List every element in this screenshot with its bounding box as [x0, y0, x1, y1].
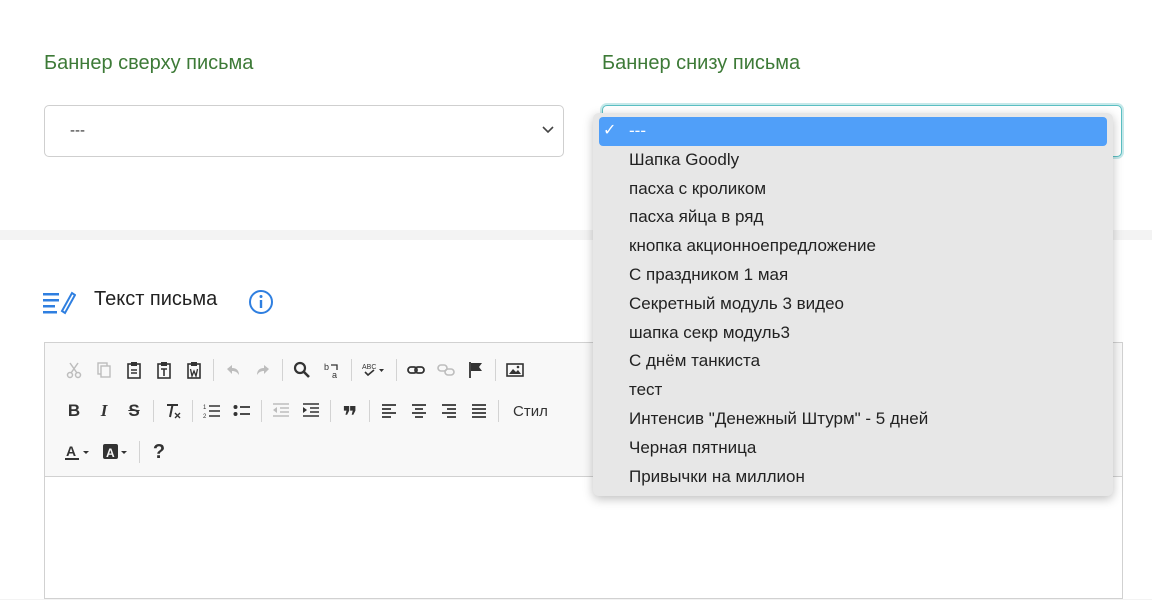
dropdown-option[interactable]: пасха яйца в ряд: [599, 203, 1107, 232]
link-icon[interactable]: [401, 356, 431, 384]
align-justify-icon[interactable]: [464, 397, 494, 425]
edit-list-icon: [43, 291, 76, 315]
copy-icon[interactable]: [89, 356, 119, 384]
toolbar-separator: [498, 400, 499, 422]
dropdown-option[interactable]: Черная пятница: [599, 434, 1107, 463]
toolbar-separator: [213, 359, 214, 381]
unlink-icon[interactable]: [431, 356, 461, 384]
toolbar-separator: [396, 359, 397, 381]
svg-text:A: A: [66, 443, 76, 459]
dropdown-option[interactable]: тест: [599, 376, 1107, 405]
paste-text-icon[interactable]: [149, 356, 179, 384]
strikethrough-button[interactable]: S: [119, 397, 149, 425]
toolbar-separator: [192, 400, 193, 422]
align-left-icon[interactable]: [374, 397, 404, 425]
svg-text:1: 1: [203, 405, 207, 411]
toolbar-separator: [153, 400, 154, 422]
svg-text:2: 2: [203, 414, 207, 420]
dropdown-option[interactable]: кнопка акционноепредложение: [599, 232, 1107, 261]
undo-icon[interactable]: [218, 356, 248, 384]
paste-icon[interactable]: [119, 356, 149, 384]
help-button[interactable]: ?: [144, 438, 174, 466]
italic-button[interactable]: I: [89, 397, 119, 425]
toolbar-row-3: A A ?: [59, 435, 174, 469]
toolbar-separator: [261, 400, 262, 422]
toolbar-separator: [139, 441, 140, 463]
remove-format-icon[interactable]: [158, 397, 188, 425]
chevron-down-icon: [542, 126, 554, 134]
outdent-icon[interactable]: [266, 397, 296, 425]
dropdown-option[interactable]: Интенсив "Денежный Штурм" - 5 дней: [599, 405, 1107, 434]
info-icon[interactable]: [248, 289, 274, 315]
toolbar-row-2: B I S 12 ❞ Стил: [59, 394, 548, 431]
background-color-icon[interactable]: A: [97, 438, 135, 466]
top-banner-select-value: ---: [70, 122, 85, 139]
toolbar-separator: [495, 359, 496, 381]
top-banner-select[interactable]: ---: [44, 105, 564, 157]
check-icon: ✓: [603, 122, 617, 139]
svg-text:ABC: ABC: [362, 364, 376, 371]
bottom-banner-label: Баннер снизу письма: [602, 52, 801, 74]
numbered-list-icon[interactable]: 12: [197, 397, 227, 425]
search-icon[interactable]: [287, 356, 317, 384]
top-banner-label: Баннер сверху письма: [44, 52, 254, 74]
indent-icon[interactable]: [296, 397, 326, 425]
spellcheck-icon[interactable]: ABC: [356, 356, 392, 384]
svg-text:b: b: [324, 362, 329, 372]
toolbar-separator: [351, 359, 352, 381]
blockquote-icon[interactable]: ❞: [335, 397, 365, 431]
bottom-banner-options-dropdown: ✓ --- Шапка Goodly пасха с кроликом пасха…: [593, 113, 1113, 496]
dropdown-option[interactable]: Привычки на миллион: [599, 463, 1107, 492]
svg-text:a: a: [332, 370, 337, 379]
cut-icon[interactable]: [59, 356, 89, 384]
email-text-title: Текст письма: [94, 288, 218, 310]
toolbar-separator: [369, 400, 370, 422]
dropdown-option[interactable]: С днём танкиста: [599, 347, 1107, 376]
dropdown-option[interactable]: пасха с кроликом: [599, 175, 1107, 204]
toolbar-separator: [282, 359, 283, 381]
replace-icon[interactable]: ba: [317, 356, 347, 384]
dropdown-option[interactable]: С праздником 1 мая: [599, 261, 1107, 290]
editor-content-area[interactable]: [45, 478, 1122, 600]
styles-combo[interactable]: Стил: [503, 403, 548, 420]
align-right-icon[interactable]: [434, 397, 464, 425]
bold-button[interactable]: B: [59, 397, 89, 425]
toolbar-row-1: ba ABC: [59, 353, 530, 387]
toolbar-separator: [330, 400, 331, 422]
anchor-flag-icon[interactable]: [461, 356, 491, 384]
dropdown-option[interactable]: шапка секр модуль3: [599, 319, 1107, 348]
dropdown-option[interactable]: Шапка Goodly: [599, 146, 1107, 175]
dropdown-option[interactable]: Секретный модуль 3 видео: [599, 290, 1107, 319]
redo-icon[interactable]: [248, 356, 278, 384]
svg-text:A: A: [106, 446, 115, 460]
dropdown-option[interactable]: ✓ ---: [599, 117, 1107, 146]
text-color-icon[interactable]: A: [59, 438, 97, 466]
bullet-list-icon[interactable]: [227, 397, 257, 425]
paste-word-icon[interactable]: [179, 356, 209, 384]
image-icon[interactable]: [500, 356, 530, 384]
align-center-icon[interactable]: [404, 397, 434, 425]
